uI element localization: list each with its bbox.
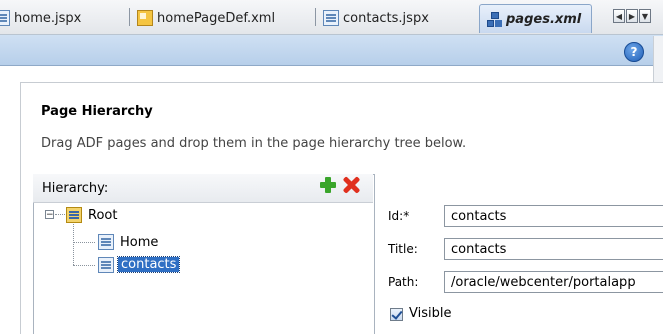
tree-connector xyxy=(73,265,95,266)
hierarchy-label: Hierarchy: xyxy=(42,181,109,196)
tab-label: contacts.jspx xyxy=(343,10,429,26)
title-label: Title: xyxy=(388,242,418,256)
tab-contacts-jspx[interactable]: contacts.jspx xyxy=(315,6,429,30)
collapse-toggle[interactable]: − xyxy=(45,210,54,220)
tree-connector xyxy=(55,214,65,215)
jspx-file-icon xyxy=(323,10,339,26)
title-field[interactable]: contacts xyxy=(444,238,663,260)
chevron-right-icon: ▶ xyxy=(628,12,636,21)
page-node-icon xyxy=(98,257,114,273)
tab-label: homePageDef.xml xyxy=(157,10,276,26)
tree-node-root[interactable]: Root xyxy=(88,208,117,223)
jspx-file-icon xyxy=(0,10,10,26)
chevron-down-icon: ▼ xyxy=(641,12,649,21)
tree-node-home[interactable]: Home xyxy=(120,235,158,250)
tab-label: pages.xml xyxy=(506,11,582,27)
instruction-text: Drag ADF pages and drop them in the page… xyxy=(41,136,467,151)
id-label: Id:* xyxy=(388,209,410,223)
root-node-icon xyxy=(66,207,82,223)
tab-separator xyxy=(129,8,130,26)
tab-separator xyxy=(315,8,316,26)
visible-checkbox[interactable] xyxy=(390,308,403,321)
visible-label: Visible xyxy=(409,306,452,321)
tab-list-menu-button[interactable]: ▼ xyxy=(639,9,651,23)
tree-node-contacts[interactable]: contacts xyxy=(116,256,181,273)
tab-scroll-right-button[interactable]: ▶ xyxy=(626,9,638,23)
delete-page-icon[interactable] xyxy=(342,176,360,194)
chevron-left-icon: ◀ xyxy=(615,12,623,21)
path-field[interactable]: /oracle/webcenter/portalapp xyxy=(444,271,663,293)
xml-file-icon xyxy=(137,10,153,26)
editor-toolbar xyxy=(0,35,663,66)
path-label: Path: xyxy=(388,275,419,289)
tree-connector xyxy=(73,242,95,243)
add-page-icon[interactable] xyxy=(319,176,337,194)
help-icon[interactable]: ? xyxy=(624,42,644,62)
page-title: Page Hierarchy xyxy=(41,104,153,119)
id-field[interactable]: contacts xyxy=(444,205,663,227)
tab-homepagedef-xml[interactable]: homePageDef.xml xyxy=(129,6,276,30)
tab-label: home.jspx xyxy=(14,10,82,26)
page-node-icon xyxy=(98,234,114,250)
page-hierarchy-icon xyxy=(486,11,502,27)
tree-connector xyxy=(73,224,74,265)
tab-home-jspx[interactable]: home.jspx xyxy=(0,6,81,30)
tab-pages-xml[interactable]: pages.xml xyxy=(479,4,593,33)
tab-scroll-left-button[interactable]: ◀ xyxy=(613,9,625,23)
